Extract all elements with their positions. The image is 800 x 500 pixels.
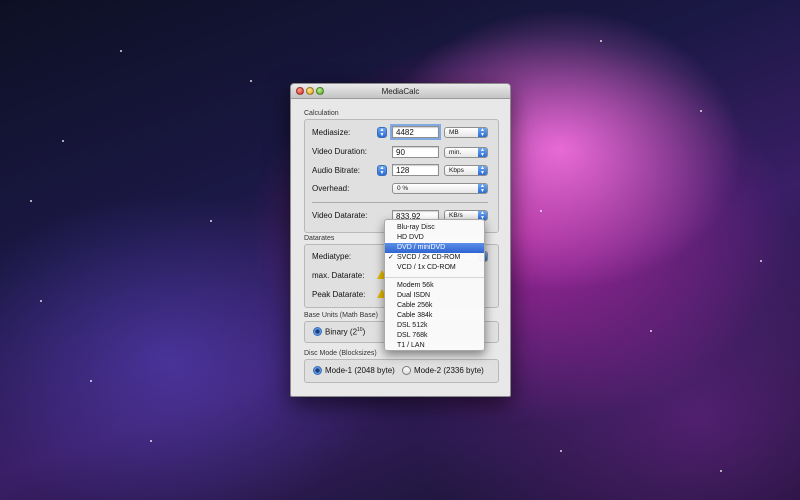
menu-item-vcd[interactable]: VCD / 1x CD-ROM [385,263,484,273]
binary-radio-label: Binary (210) [325,327,365,337]
max-datarate-label: max. Datarate: [312,271,365,280]
audio-bitrate-stepper[interactable]: ▲ ▼ [377,165,387,176]
video-duration-label: Video Duration: [312,147,367,156]
audio-bitrate-label: Audio Bitrate: [312,166,361,175]
binary-label-text: Binary (2 [325,327,358,337]
mediasize-unit-select[interactable]: MB ▲ ▼ [444,127,488,138]
menu-item-blu-ray[interactable]: Blu-ray Disc [385,223,484,233]
star [40,300,42,302]
menu-item-dsl-512k[interactable]: DSL 512k [385,321,484,331]
mediatype-label: Mediatype: [312,252,352,261]
chevron-updown-icon: ▲▼ [478,184,487,193]
star [120,50,122,52]
star [540,210,542,212]
video-duration-input[interactable]: 90 [392,146,439,158]
star [90,380,92,382]
datarates-section-label: Datarates [304,235,335,242]
chevron-updown-icon: ▲▼ [478,166,487,175]
peak-datarate-label: Peak Datarate: [312,290,366,299]
menu-item-t1-lan[interactable]: T1 / LAN [385,341,484,351]
video-duration-unit-select[interactable]: min. ▲ ▼ [444,147,488,158]
star [560,450,562,452]
star [210,220,212,222]
mode1-radio[interactable] [313,366,322,375]
menu-item-modem-56k[interactable]: Modem 56k [385,281,484,291]
disc-mode-section-label: Disc Mode (Blocksizes) [304,350,377,357]
window-title: MediaCalc [381,87,420,96]
overhead-select[interactable]: 0 % ▲ ▼ [392,183,488,194]
audio-bitrate-unit-value: Kbps [449,167,464,174]
star [600,40,602,42]
chevron-updown-icon: ▲▼ [478,148,487,157]
star [30,200,32,202]
menu-item-dvd[interactable]: DVD / miniDVD [385,243,484,253]
star [250,80,252,82]
audio-bitrate-unit-select[interactable]: Kbps ▲ ▼ [444,165,488,176]
menu-item-svcd[interactable]: ✓ SVCD / 2x CD-ROM [385,253,484,263]
mediasize-input[interactable]: 4482 [390,124,441,140]
checkmark-icon: ✓ [388,254,394,261]
menu-item-dual-isdn[interactable]: Dual ISDN [385,291,484,301]
mediasize-unit-value: MB [449,129,459,136]
menu-item-svcd-label: SVCD / 2x CD-ROM [397,254,461,261]
chevron-updown-icon: ▲▼ [478,128,487,137]
star [150,440,152,442]
audio-bitrate-input[interactable]: 128 [392,164,439,176]
video-duration-unit-value: min. [449,149,462,156]
divider [312,202,488,203]
mediasize-label: Mediasize: [312,128,351,137]
mode2-label: Mode-2 (2336 byte) [414,366,484,375]
binary-label-close: ) [362,327,366,337]
base-units-section-label: Base Units (Math Base) [304,312,378,319]
mode2-radio[interactable] [402,366,411,375]
video-datarate-unit-value: KB/s [449,212,463,219]
video-datarate-label: Video Datarate: [312,211,368,220]
mediasize-stepper[interactable]: ▲ ▼ [377,127,387,138]
star [700,110,702,112]
menu-item-dsl-768k[interactable]: DSL 768k [385,331,484,341]
star [62,140,64,142]
mediatype-menu: Blu-ray Disc HD DVD DVD / miniDVD ✓ SVCD… [384,219,485,351]
menu-item-hd-dvd[interactable]: HD DVD [385,233,484,243]
menu-item-cable-256k[interactable]: Cable 256k [385,301,484,311]
overhead-value: 0 % [397,185,409,192]
calculation-section-label: Calculation [304,110,339,117]
mode1-label: Mode-1 (2048 byte) [325,366,395,375]
menu-item-cable-384k[interactable]: Cable 384k [385,311,484,321]
title-bar[interactable]: MediaCalc [291,84,510,99]
binary-radio[interactable] [313,327,322,336]
star [720,470,722,472]
star [760,260,762,262]
overhead-label: Overhead: [312,184,350,193]
menu-separator [385,277,484,278]
star [650,330,652,332]
